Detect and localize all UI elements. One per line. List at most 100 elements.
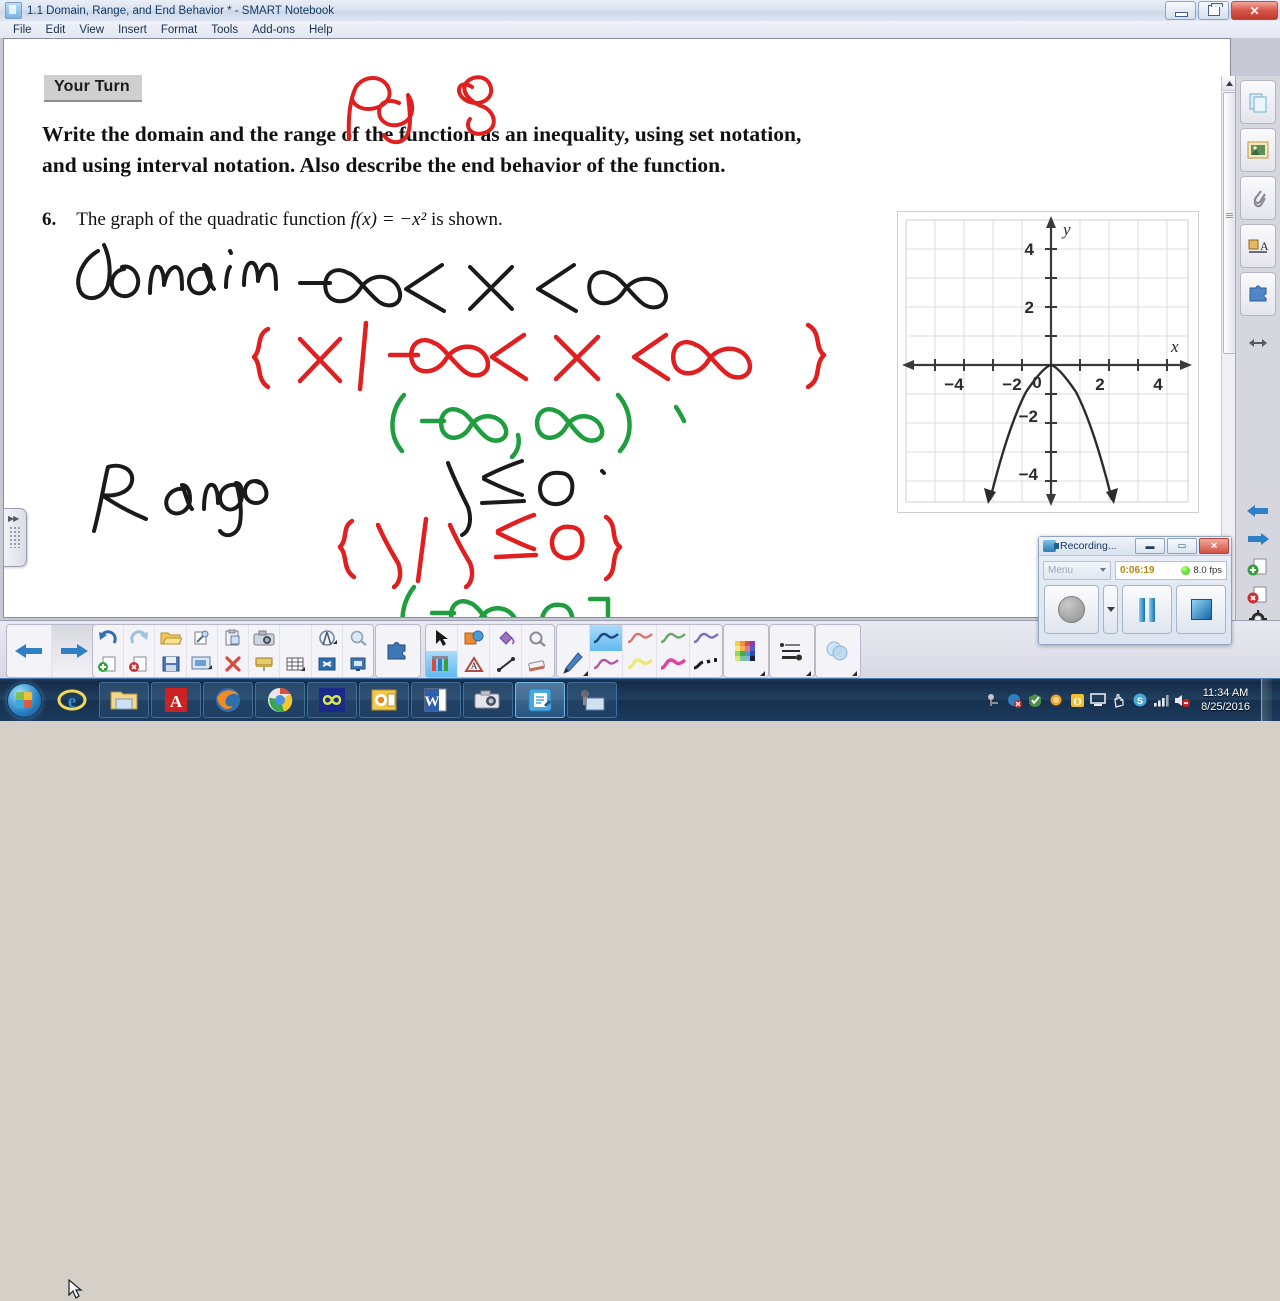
start-button[interactable] bbox=[2, 682, 46, 718]
pen-style-blue-button[interactable] bbox=[590, 625, 624, 677]
taskbar-clock[interactable]: 11:34 AM 8/25/2016 bbox=[1201, 686, 1250, 714]
taskbar-word[interactable]: W bbox=[411, 682, 461, 718]
tray-volume-mute-icon[interactable] bbox=[1174, 692, 1191, 708]
sidebar-next-arrow[interactable] bbox=[1247, 528, 1269, 550]
next-page-button[interactable] bbox=[52, 625, 96, 677]
sidebar-item-page-sorter[interactable] bbox=[1240, 80, 1276, 124]
taskbar-camera-app[interactable] bbox=[463, 682, 513, 718]
mouse-cursor bbox=[68, 1279, 83, 1299]
tray-skype-icon[interactable]: S bbox=[1132, 692, 1148, 708]
sidebar-item-attachments[interactable] bbox=[1240, 176, 1276, 220]
shapes-tool-button[interactable]: A bbox=[458, 625, 490, 677]
redo-icon bbox=[130, 630, 149, 644]
magnifier-button[interactable] bbox=[343, 625, 373, 677]
add-ons-button[interactable] bbox=[376, 625, 418, 677]
tray-update-icon[interactable] bbox=[1048, 692, 1064, 708]
tray-network-icon[interactable] bbox=[1153, 692, 1169, 708]
taskbar-internet-explorer[interactable]: e bbox=[47, 682, 97, 718]
clock-time: 11:34 AM bbox=[1202, 687, 1249, 699]
pause-button[interactable] bbox=[1122, 585, 1173, 634]
pen-style-green-button[interactable] bbox=[657, 625, 690, 677]
menu-tools[interactable]: Tools bbox=[204, 23, 245, 37]
recorder-restore-button[interactable]: ▭ bbox=[1167, 538, 1197, 554]
tray-antivirus-icon[interactable] bbox=[1027, 692, 1043, 708]
screen-capture-button[interactable] bbox=[249, 625, 281, 677]
measurement-tools-button[interactable] bbox=[312, 625, 343, 677]
recorder-menu-dropdown[interactable]: Menu bbox=[1043, 560, 1111, 580]
status-dot-icon bbox=[1181, 565, 1191, 575]
pen-style-purple-button[interactable] bbox=[690, 625, 722, 677]
svg-text:e: e bbox=[68, 691, 76, 712]
taskbar-firefox[interactable] bbox=[203, 682, 253, 718]
scroll-up-button[interactable] bbox=[1222, 76, 1236, 91]
recorder-close-button[interactable]: ✕ bbox=[1199, 538, 1229, 554]
notebook-page[interactable]: Your Turn Write the domain and the range… bbox=[4, 39, 1230, 617]
dash-stroke-icon bbox=[693, 658, 717, 670]
left-panel-toggle[interactable]: ▶▶ bbox=[3, 508, 27, 567]
taskbar-smart-recorder[interactable] bbox=[567, 682, 617, 718]
pens-icon bbox=[431, 656, 448, 671]
graph-figure: −4 −2 0 2 4 4 2 −2 −4 y x bbox=[897, 211, 1199, 513]
fill-tool-button[interactable] bbox=[490, 625, 522, 677]
sidebar-delete-page[interactable] bbox=[1247, 584, 1269, 606]
show-desktop-button[interactable] bbox=[1261, 679, 1272, 721]
stop-button[interactable] bbox=[1176, 585, 1226, 634]
sidebar-item-properties[interactable]: A bbox=[1240, 224, 1276, 268]
record-button[interactable] bbox=[1044, 585, 1100, 634]
menu-addons[interactable]: Add-ons bbox=[245, 23, 302, 37]
menu-view[interactable]: View bbox=[72, 23, 111, 37]
menu-insert[interactable]: Insert bbox=[111, 23, 154, 37]
sidebar-resize-handle[interactable] bbox=[1247, 332, 1269, 354]
previous-page-button[interactable] bbox=[7, 625, 52, 677]
taskbar-smart-notebook[interactable] bbox=[515, 682, 565, 718]
triangle-icon: A bbox=[463, 656, 484, 672]
taskbar-adobe-reader[interactable]: A bbox=[151, 682, 201, 718]
parabola-chart: −4 −2 0 2 4 4 2 −2 −4 y x bbox=[898, 212, 1196, 510]
tray-display-icon[interactable] bbox=[1090, 692, 1106, 708]
svg-text:2: 2 bbox=[1025, 298, 1034, 317]
recorder-minimize-button[interactable]: ▬ bbox=[1135, 538, 1165, 554]
taskbar-file-explorer[interactable] bbox=[99, 682, 149, 718]
minimize-button[interactable] bbox=[1165, 1, 1196, 20]
menu-edit[interactable]: Edit bbox=[39, 23, 73, 37]
page-delete-icon bbox=[1247, 586, 1267, 604]
taskbar-infinity-app[interactable] bbox=[307, 682, 357, 718]
taskbar-outlook[interactable] bbox=[359, 682, 409, 718]
tray-outlook-alert-icon[interactable] bbox=[1006, 692, 1022, 708]
close-button[interactable]: ✕ bbox=[1231, 1, 1278, 20]
restore-button[interactable] bbox=[1198, 1, 1229, 20]
sidebar-item-gallery[interactable] bbox=[1240, 128, 1276, 172]
recorder-window[interactable]: Recording... ▬ ▭ ✕ Menu 0:06:19 8.0 fps bbox=[1038, 536, 1232, 645]
transparency-button[interactable] bbox=[816, 625, 858, 677]
ink-domain-label bbox=[76, 243, 278, 301]
taskbar-chrome[interactable] bbox=[255, 682, 305, 718]
tray-office-icon[interactable]: O bbox=[1069, 692, 1085, 708]
pen-main-button[interactable] bbox=[557, 625, 591, 677]
clipboard-button[interactable] bbox=[218, 625, 250, 677]
line-style-button[interactable] bbox=[770, 625, 812, 677]
screen-insert-icon bbox=[191, 656, 212, 670]
toolbar-nav-group bbox=[6, 624, 98, 678]
section-badge: Your Turn bbox=[44, 75, 142, 102]
pen-style-red-button[interactable] bbox=[623, 625, 657, 677]
redo-button[interactable] bbox=[124, 625, 156, 677]
sidebar-previous-arrow[interactable] bbox=[1247, 500, 1269, 522]
select-tool-button[interactable] bbox=[426, 625, 458, 677]
puzzle-icon bbox=[387, 642, 406, 660]
toolbar-edit-group bbox=[92, 624, 374, 678]
floppy-save-icon bbox=[162, 656, 180, 672]
undo-button[interactable] bbox=[93, 625, 125, 677]
color-palette-button[interactable] bbox=[724, 625, 766, 677]
open-file-button[interactable] bbox=[155, 625, 187, 677]
magic-pen-tool-button[interactable] bbox=[522, 625, 553, 677]
menu-format[interactable]: Format bbox=[154, 23, 204, 37]
paste-button[interactable] bbox=[187, 625, 218, 677]
sidebar-add-page[interactable] bbox=[1247, 556, 1269, 578]
notebook-canvas[interactable]: Your Turn Write the domain and the range… bbox=[3, 38, 1231, 618]
menu-help[interactable]: Help bbox=[302, 23, 340, 37]
record-options-button[interactable] bbox=[1103, 585, 1119, 634]
menu-file[interactable]: File bbox=[6, 23, 39, 37]
tray-input-icon[interactable] bbox=[1111, 692, 1127, 708]
tray-smart-tools-icon[interactable] bbox=[985, 692, 1001, 708]
sidebar-item-add-ons[interactable] bbox=[1240, 272, 1276, 316]
